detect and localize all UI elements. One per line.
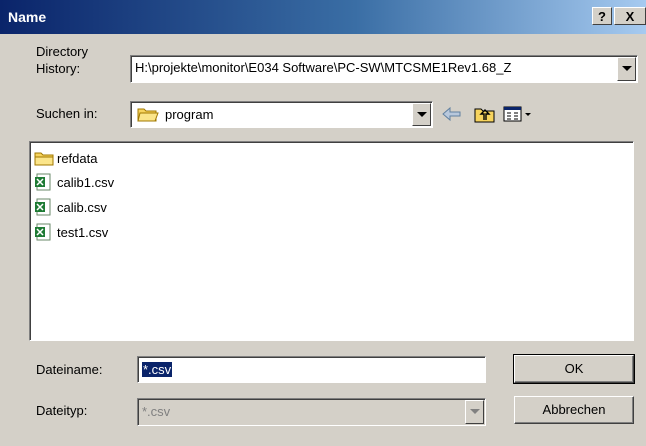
filename-value: *.csv <box>142 362 173 377</box>
lookin-dropdown-button[interactable] <box>412 103 431 126</box>
back-arrow-icon[interactable] <box>441 106 463 125</box>
list-item[interactable]: calib.csv <box>34 197 107 217</box>
history-dropdown-button[interactable] <box>617 57 636 81</box>
view-menu-icon[interactable] <box>503 105 533 126</box>
file-list[interactable]: refdata calib1.csv calib.csv test1.csv <box>29 141 634 341</box>
list-item[interactable]: test1.csv <box>34 222 108 242</box>
list-item-label: calib.csv <box>57 199 107 215</box>
list-item-label: refdata <box>57 150 98 166</box>
history-value: H:\projekte\monitor\E034 Software\PC-SW\… <box>135 60 512 75</box>
filetype-value: *.csv <box>142 404 171 419</box>
filename-label: Dateiname: <box>36 362 103 377</box>
list-item[interactable]: calib1.csv <box>34 172 114 192</box>
lookin-combo[interactable]: program <box>130 101 433 128</box>
window-title: Name <box>8 9 47 25</box>
filetype-select[interactable]: *.csv <box>137 398 486 426</box>
lookin-value: program <box>165 107 214 122</box>
folder-open-icon <box>137 106 159 125</box>
csv-file-icon <box>35 223 51 241</box>
history-label-line2: History: <box>36 61 81 76</box>
list-item-label: test1.csv <box>57 224 109 240</box>
filename-input[interactable]: *.csv <box>137 356 486 383</box>
history-label: Directory History: <box>36 43 88 77</box>
folder-icon <box>34 152 54 166</box>
list-item-label: calib1.csv <box>57 174 115 190</box>
up-folder-icon[interactable] <box>474 105 496 126</box>
filetype-dropdown-button[interactable] <box>465 400 484 424</box>
cancel-button[interactable]: Abbrechen <box>514 396 634 424</box>
csv-file-icon <box>35 173 51 191</box>
history-combo[interactable]: H:\projekte\monitor\E034 Software\PC-SW\… <box>130 55 638 83</box>
ok-button[interactable]: OK <box>513 354 635 384</box>
history-label-line1: Directory <box>36 44 89 59</box>
filetype-label: Dateityp: <box>36 403 88 418</box>
help-button[interactable]: ? <box>592 7 612 25</box>
lookin-label: Suchen in: <box>36 106 98 121</box>
list-item-folder[interactable]: refdata <box>34 148 97 168</box>
close-button[interactable]: X <box>614 7 646 25</box>
csv-file-icon <box>35 198 51 216</box>
title-bar: Name ? X <box>0 0 646 34</box>
